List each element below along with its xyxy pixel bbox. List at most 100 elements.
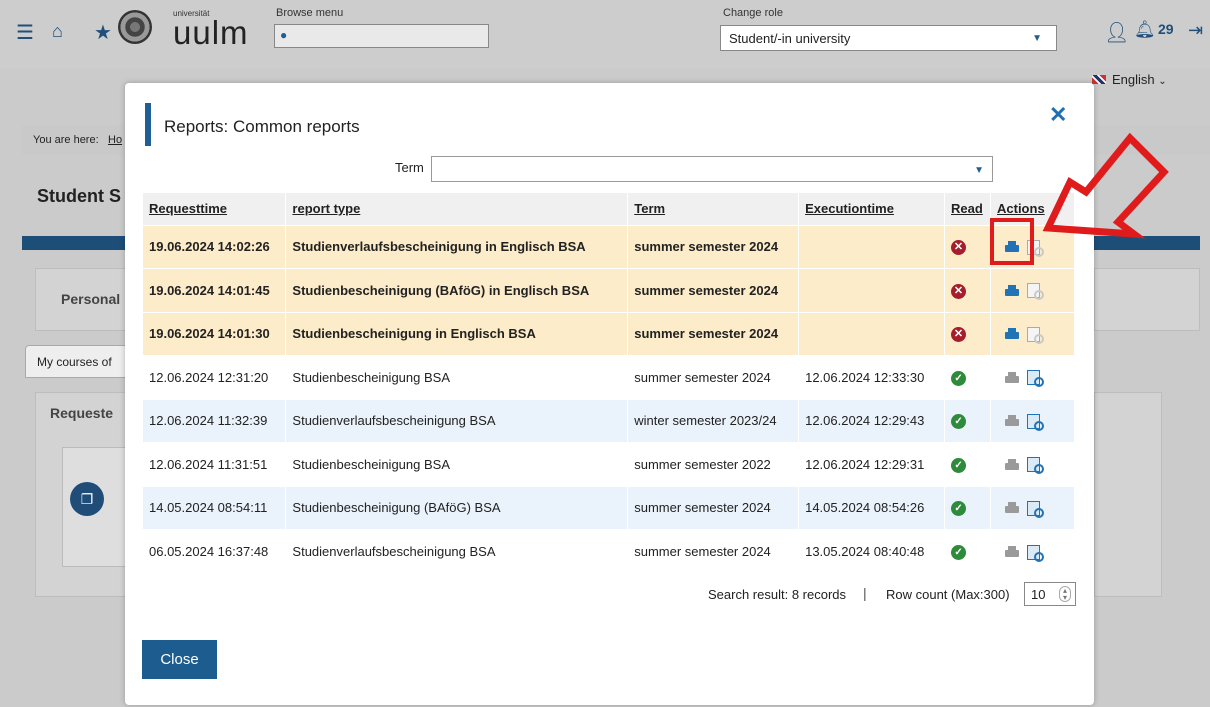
preview-icon[interactable] — [1027, 326, 1044, 344]
separator: | — [863, 585, 867, 601]
print-icon[interactable] — [1005, 371, 1019, 384]
breadcrumb-home-link[interactable]: Ho — [108, 134, 122, 146]
bell-icon[interactable]: 🔔︎ — [1134, 20, 1156, 40]
close-icon[interactable]: ✕ — [1049, 102, 1067, 128]
requested-panel-right — [1094, 392, 1162, 597]
row-read-status: ✕ — [944, 224, 991, 269]
read-icon: ✓ — [951, 501, 967, 517]
unread-icon: ✕ — [951, 327, 967, 343]
table-row[interactable]: 12.06.2024 11:31:51 Studienbescheinigung … — [143, 442, 1075, 486]
dialog-title: Reports: Common reports — [164, 117, 360, 136]
row-executiontime: 12.06.2024 12:29:31 — [798, 442, 946, 486]
row-requesttime: 19.06.2024 14:01:45 — [143, 268, 287, 312]
university-seal-icon — [118, 10, 152, 44]
col-term[interactable]: Term — [627, 193, 800, 225]
personal-tile[interactable]: Personal — [35, 268, 135, 331]
print-icon[interactable] — [1005, 328, 1019, 340]
unread-icon: ✕ — [951, 240, 967, 256]
row-actions — [990, 442, 1075, 486]
row-executiontime: 14.05.2024 08:54:26 — [798, 485, 946, 530]
preview-icon[interactable] — [1027, 413, 1044, 431]
row-executiontime: 12.06.2024 12:29:43 — [798, 398, 946, 443]
search-result: Search result: 8 records — [708, 587, 847, 602]
table-row[interactable]: 19.06.2024 14:02:26 Studienverlaufsbesche… — [143, 224, 1075, 269]
row-read-status: ✕ — [944, 268, 991, 312]
row-executiontime — [798, 224, 946, 269]
unread-icon: ✕ — [951, 283, 967, 299]
table-row[interactable]: 06.05.2024 16:37:48 Studienverlaufsbesche… — [143, 529, 1075, 573]
row-actions — [990, 268, 1075, 312]
col-requesttime[interactable]: Requesttime — [143, 193, 287, 225]
menu-icon[interactable]: ☰ — [16, 20, 34, 45]
uk-flag-icon — [1092, 75, 1106, 84]
term-select[interactable]: ▼ — [431, 156, 993, 182]
stepper-icon[interactable]: ▴ ▾ — [1059, 586, 1071, 602]
row-requesttime: 12.06.2024 11:31:51 — [143, 442, 287, 486]
row-read-status: ✓ — [944, 355, 991, 399]
home-icon[interactable]: ⌂ — [52, 21, 63, 42]
document-icon[interactable]: ❐ — [70, 482, 104, 516]
tab-my-courses[interactable]: My courses of — [25, 345, 130, 378]
role-value: Student/-in university — [729, 31, 851, 46]
table-header-row: Requesttime report type Term Executionti… — [143, 193, 1075, 225]
title-accent-bar — [145, 103, 151, 146]
preview-icon[interactable] — [1027, 370, 1044, 388]
logout-icon[interactable]: ⇥ — [1188, 20, 1203, 41]
preview-icon[interactable] — [1027, 544, 1044, 562]
print-icon[interactable] — [1005, 502, 1019, 514]
table-row[interactable]: 12.06.2024 11:32:39 Studienverlaufsbesche… — [143, 398, 1075, 443]
language-label: English — [1112, 72, 1155, 87]
chevron-down-icon: ▼ — [974, 165, 984, 176]
preview-icon[interactable] — [1027, 500, 1044, 518]
language-select[interactable]: English ⌄ — [1092, 72, 1202, 94]
read-icon: ✓ — [951, 545, 967, 560]
row-term: summer semester 2024 — [627, 355, 800, 399]
col-executiontime[interactable]: Executiontime — [798, 193, 946, 225]
row-executiontime: 13.05.2024 08:40:48 — [798, 529, 946, 573]
browse-menu-input[interactable]: ● — [274, 24, 489, 48]
row-report-type: Studienbescheinigung (BAföG) in Englisch… — [285, 268, 629, 312]
role-select[interactable]: Student/-in university ▼ — [720, 25, 1057, 51]
browse-menu-label: Browse menu — [276, 7, 344, 19]
logo-text: uulm — [173, 14, 249, 51]
preview-icon[interactable] — [1027, 283, 1044, 301]
row-term: summer semester 2024 — [627, 224, 800, 269]
row-read-status: ✓ — [944, 485, 991, 530]
table-row[interactable]: 14.05.2024 08:54:11 Studienbescheinigung … — [143, 485, 1075, 530]
row-read-status: ✓ — [944, 529, 991, 573]
highlight-annotation-box — [990, 218, 1034, 265]
row-read-status: ✓ — [944, 442, 991, 486]
row-executiontime — [798, 311, 946, 356]
row-term: summer semester 2022 — [627, 442, 800, 486]
table-row[interactable]: 12.06.2024 12:31:20 Studienbescheinigung … — [143, 355, 1075, 399]
print-icon[interactable] — [1005, 458, 1019, 471]
star-icon[interactable]: ★ — [94, 20, 112, 45]
col-report-type[interactable]: report type — [285, 193, 629, 225]
print-icon[interactable] — [1005, 546, 1019, 558]
table-row[interactable]: 19.06.2024 14:01:30 Studienbescheinigung … — [143, 311, 1075, 356]
preview-icon[interactable] — [1027, 457, 1044, 475]
chevron-down-icon: ▼ — [1032, 33, 1042, 44]
row-requesttime: 14.05.2024 08:54:11 — [143, 485, 287, 530]
chevron-down-icon: ⌄ — [1158, 76, 1167, 87]
close-button[interactable]: Close — [142, 640, 217, 679]
row-term: summer semester 2024 — [627, 268, 800, 312]
row-actions — [990, 485, 1075, 530]
print-icon[interactable] — [1005, 284, 1019, 297]
notification-count[interactable]: 29 — [1158, 21, 1174, 37]
row-report-type: Studienverlaufsbescheinigung BSA — [285, 398, 629, 443]
col-read: Read — [944, 193, 991, 225]
row-count-input[interactable]: 10 ▴ ▾ — [1024, 582, 1076, 606]
page-title: Student S — [37, 186, 121, 206]
user-icon[interactable]: 👤︎ — [1104, 20, 1129, 45]
breadcrumb: You are here: Ho — [22, 125, 132, 155]
print-icon[interactable] — [1005, 415, 1019, 427]
table-row[interactable]: 19.06.2024 14:01:45 Studienbescheinigung … — [143, 268, 1075, 312]
row-report-type: Studienbescheinigung BSA — [285, 442, 629, 486]
row-count-value: 10 — [1031, 587, 1046, 602]
row-executiontime: 12.06.2024 12:33:30 — [798, 355, 946, 399]
term-label: Term — [395, 160, 424, 175]
row-executiontime — [798, 268, 946, 312]
row-term: winter semester 2023/24 — [627, 398, 800, 443]
row-report-type: Studienverlaufsbescheinigung in Englisch… — [285, 224, 629, 269]
